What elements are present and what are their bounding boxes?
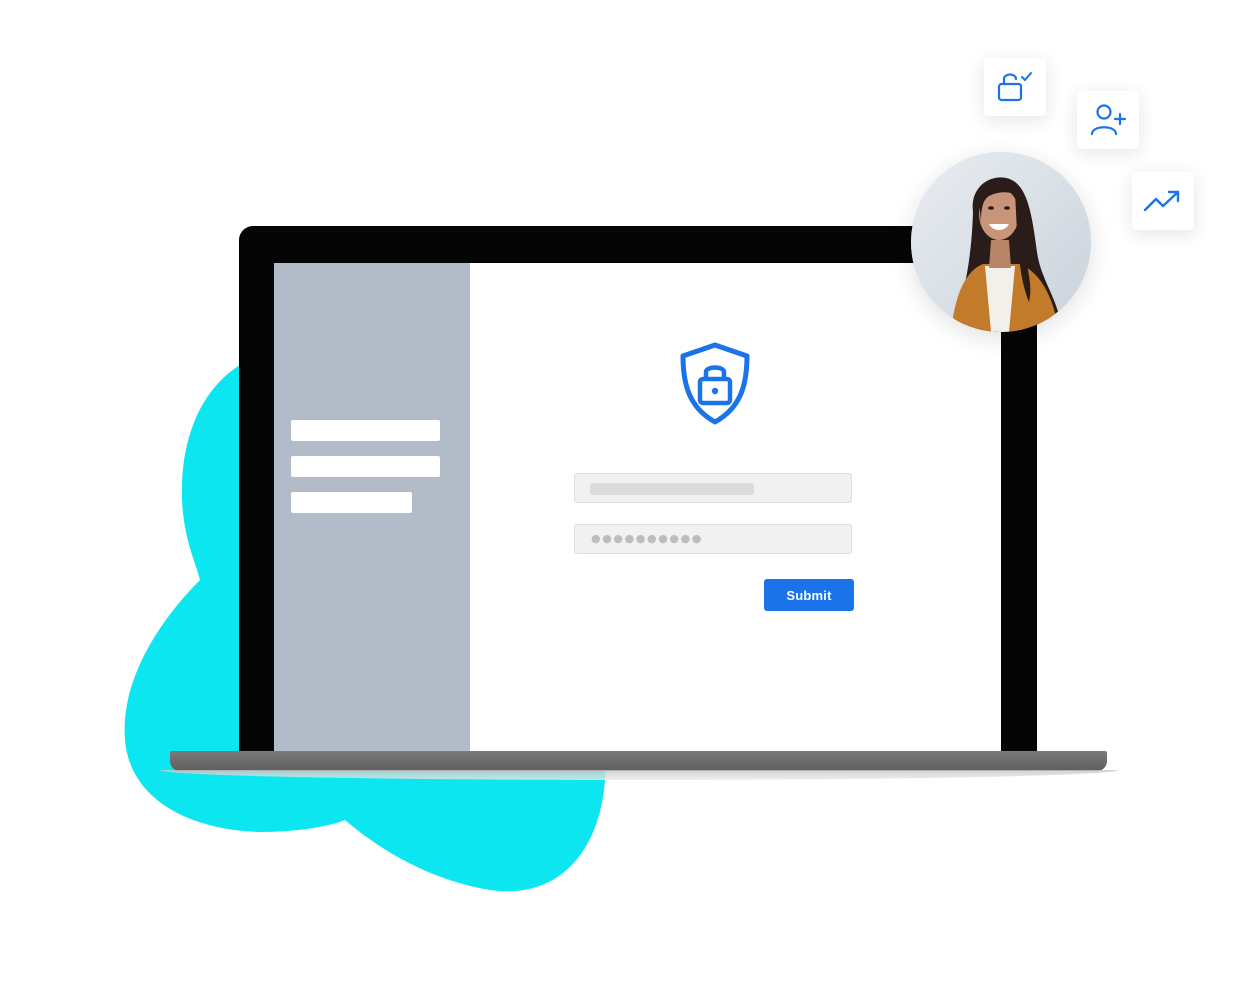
avatar [911, 152, 1091, 332]
username-field[interactable] [574, 473, 852, 503]
sidebar-item-placeholder[interactable] [291, 492, 412, 513]
trending-up-icon [1143, 190, 1180, 212]
illustration-stage: ●●●●●●●●●● Submit [0, 0, 1240, 998]
trending-up-card [1132, 172, 1194, 230]
laptop-base [170, 751, 1107, 771]
sidebar-panel [274, 263, 470, 751]
submit-button[interactable]: Submit [764, 579, 854, 611]
laptop-screen: ●●●●●●●●●● Submit [274, 263, 1001, 751]
password-mask: ●●●●●●●●●● [591, 532, 703, 545]
password-field[interactable]: ●●●●●●●●●● [574, 524, 852, 554]
user-add-icon [1090, 104, 1127, 136]
username-placeholder-bar [590, 483, 754, 495]
user-add-card [1077, 91, 1139, 149]
shield-lock-icon [680, 342, 750, 425]
unlock-check-card [984, 58, 1046, 116]
sidebar-item-placeholder[interactable] [291, 420, 440, 441]
avatar-portrait [911, 152, 1091, 332]
sidebar-item-placeholder[interactable] [291, 456, 440, 477]
unlock-check-icon [997, 72, 1032, 102]
